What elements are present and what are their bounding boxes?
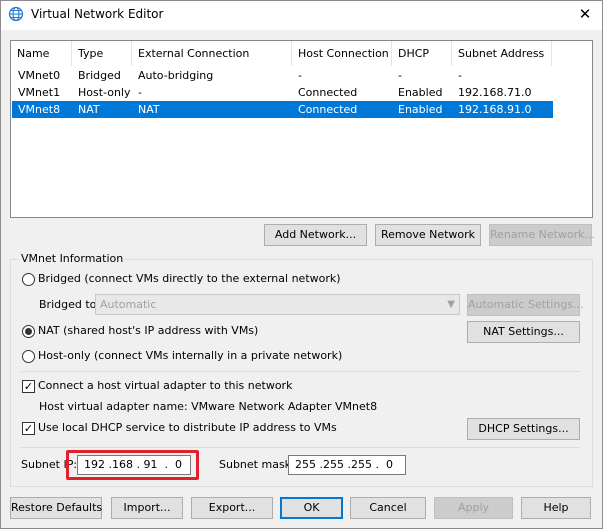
cancel-button[interactable]: Cancel — [350, 497, 426, 519]
dhcp-label[interactable]: Use local DHCP service to distribute IP … — [38, 421, 337, 434]
window-title: Virtual Network Editor — [31, 7, 164, 21]
subnet-mask-field[interactable]: 255 .255 .255 . 0 — [288, 455, 406, 475]
bridged-label[interactable]: Bridged (connect VMs directly to the ext… — [38, 272, 341, 285]
nat-settings-button[interactable]: NAT Settings... — [467, 321, 580, 343]
cell-dhcp: Enabled — [398, 86, 443, 99]
import-button[interactable]: Import... — [111, 497, 183, 519]
connect-adapter-label[interactable]: Connect a host virtual adapter to this n… — [38, 379, 292, 392]
cell-subnet: 192.168.91.0 — [458, 103, 532, 116]
list-header: Name Type External Connection Host Conne… — [11, 41, 592, 66]
table-row-selected[interactable]: VMnet8 NAT NAT Connected Enabled 192.168… — [12, 101, 553, 118]
cell-type: Host-only — [78, 86, 131, 99]
cell-dhcp: Enabled — [398, 103, 443, 116]
column-header-external[interactable]: External Connection — [132, 41, 292, 66]
dhcp-checkbox[interactable]: ✓ — [22, 422, 35, 435]
subnet-mask-label: Subnet mask: — [219, 458, 295, 471]
divider — [21, 371, 580, 372]
vmnet-info-label: VMnet Information — [19, 252, 126, 265]
help-button[interactable]: Help — [521, 497, 591, 519]
bridged-to-select[interactable]: Automatic ▼ — [95, 294, 460, 315]
network-globe-icon — [8, 6, 24, 22]
column-header-subnet[interactable]: Subnet Address — [452, 41, 552, 66]
dhcp-settings-button[interactable]: DHCP Settings... — [467, 418, 580, 440]
bridged-to-value: Automatic — [100, 298, 157, 311]
cell-host: Connected — [298, 103, 358, 116]
chevron-down-icon: ▼ — [447, 299, 455, 310]
export-button[interactable]: Export... — [191, 497, 273, 519]
cell-subnet: 192.168.71.0 — [458, 86, 532, 99]
close-icon[interactable]: ✕ — [573, 4, 597, 24]
cell-host: Connected — [298, 86, 358, 99]
table-row[interactable]: VMnet0 Bridged Auto-bridging - - - — [12, 67, 553, 84]
cell-host: - — [298, 69, 302, 82]
cell-type: Bridged — [78, 69, 121, 82]
hostonly-radio[interactable] — [22, 350, 35, 363]
column-header-host[interactable]: Host Connection — [292, 41, 392, 66]
network-list[interactable]: Name Type External Connection Host Conne… — [10, 40, 593, 218]
apply-button[interactable]: Apply — [434, 497, 513, 519]
column-header-name[interactable]: Name — [11, 41, 72, 66]
cell-external: NAT — [138, 103, 160, 116]
nat-label[interactable]: NAT (shared host's IP address with VMs) — [38, 324, 258, 337]
table-row[interactable]: VMnet1 Host-only - Connected Enabled 192… — [12, 84, 553, 101]
adapter-name-label: Host virtual adapter name: VMware Networ… — [39, 400, 378, 413]
bridged-to-label: Bridged to: — [39, 298, 101, 311]
column-header-dhcp[interactable]: DHCP — [392, 41, 452, 66]
add-network-button[interactable]: Add Network... — [264, 224, 367, 246]
hostonly-label[interactable]: Host-only (connect VMs internally in a p… — [38, 349, 342, 362]
cell-external: Auto-bridging — [138, 69, 214, 82]
cell-subnet: - — [458, 69, 462, 82]
cell-dhcp: - — [398, 69, 402, 82]
remove-network-button[interactable]: Remove Network — [375, 224, 481, 246]
cell-name: VMnet0 — [18, 69, 61, 82]
divider — [21, 447, 580, 448]
subnet-ip-highlight — [66, 450, 199, 480]
nat-radio[interactable] — [22, 325, 35, 338]
bridged-radio[interactable] — [22, 273, 35, 286]
cell-name: VMnet1 — [18, 86, 61, 99]
cell-type: NAT — [78, 103, 100, 116]
automatic-settings-button[interactable]: Automatic Settings... — [467, 294, 584, 316]
connect-adapter-checkbox[interactable]: ✓ — [22, 380, 35, 393]
column-header-type[interactable]: Type — [72, 41, 132, 66]
restore-defaults-button[interactable]: Restore Defaults — [10, 497, 102, 519]
cell-name: VMnet8 — [18, 103, 61, 116]
cell-external: - — [138, 86, 142, 99]
ok-button[interactable]: OK — [280, 497, 343, 519]
rename-network-button[interactable]: Rename Network... — [489, 224, 595, 246]
